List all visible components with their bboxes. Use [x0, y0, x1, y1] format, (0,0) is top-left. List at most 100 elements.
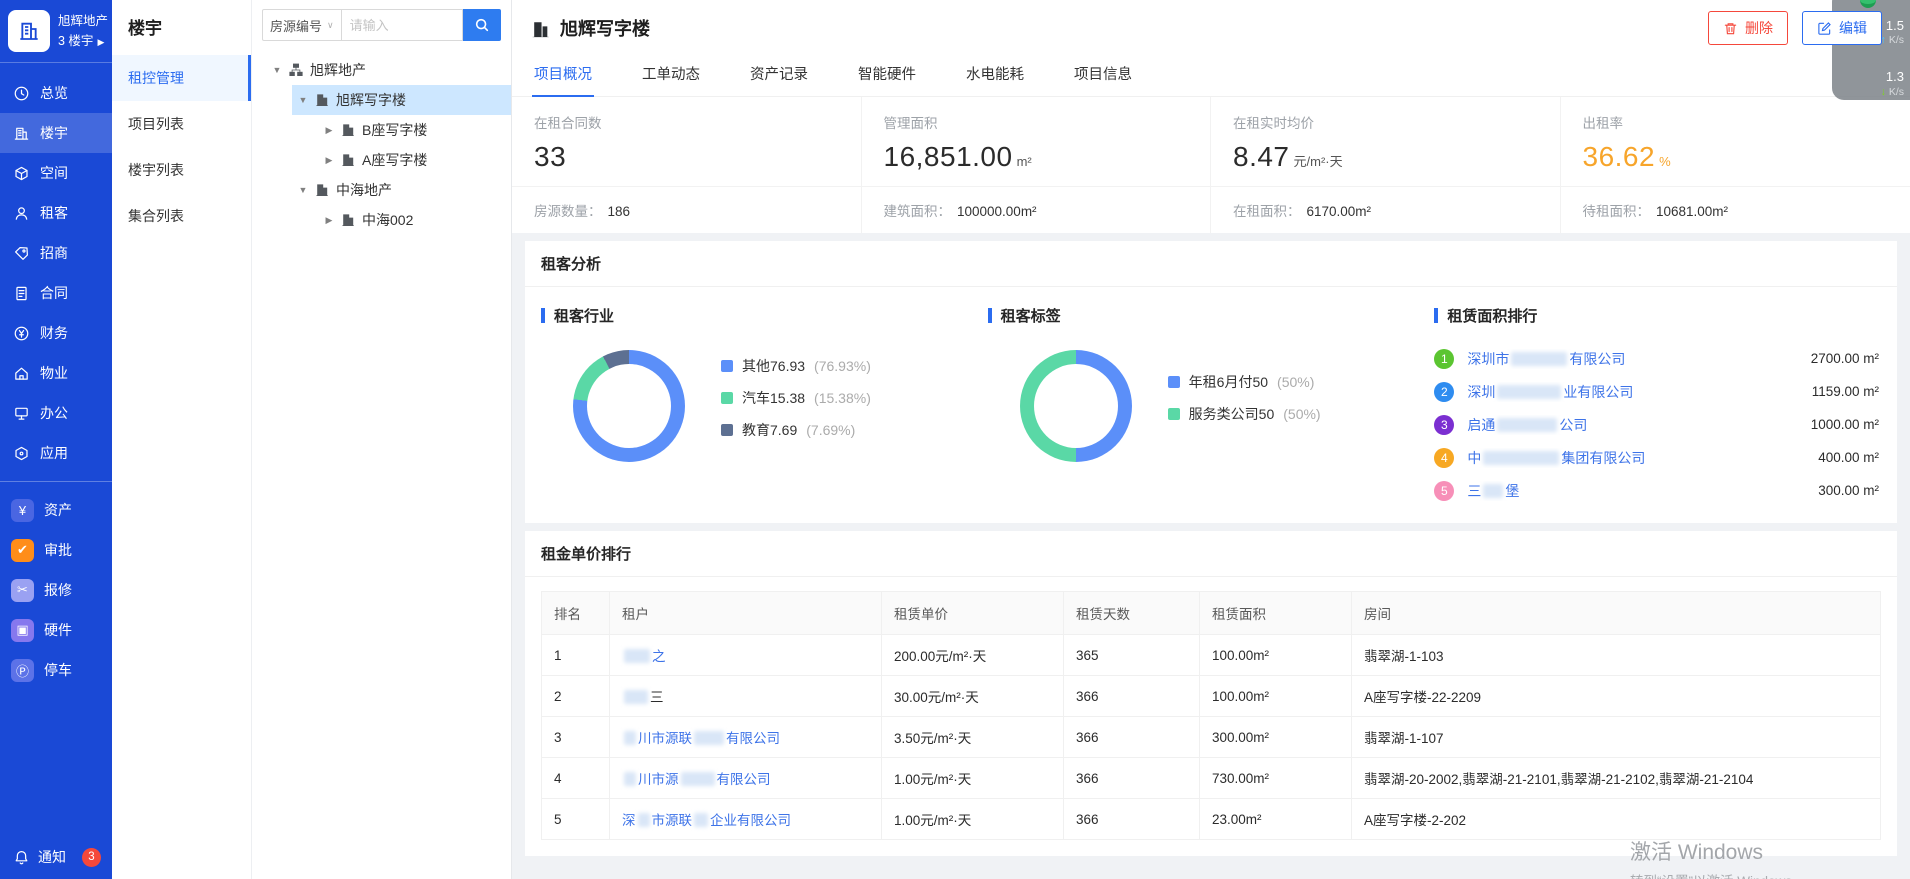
tree-node[interactable]: ▼ 旭辉地产 [252, 55, 511, 85]
table-row: 1 之 200.00元/m²·天 365 100.00m² 翡翠湖-1-103 [542, 635, 1881, 676]
sidebar-item-apps[interactable]: 应用 [0, 433, 112, 473]
legend-item[interactable]: 服务类公司50 (50%) [1168, 404, 1321, 424]
sidebar-item-invest[interactable]: 招商 [0, 233, 112, 273]
tree-search-bar: 房源编号 ∨ [262, 9, 501, 41]
rank-badge: 3 [1434, 415, 1454, 435]
caret-right-icon[interactable]: ▶ [324, 215, 334, 226]
tab-水电能耗[interactable]: 水电能耗 [964, 55, 1026, 96]
sidebar-item-property[interactable]: 物业 [0, 353, 112, 393]
tenant-link[interactable]: 深圳业有限公司 [1467, 382, 1798, 402]
clock-icon [13, 85, 30, 102]
submenu-item[interactable]: 租控管理 [112, 55, 251, 101]
tenant-tag-panel: 租客标签 年租6月付50 (50%) 服务类公司50 (50%) [988, 293, 1435, 507]
submenu-item[interactable]: 楼宇列表 [112, 147, 251, 193]
sidebar-item-hardware[interactable]: ▣ 硬件 [0, 610, 112, 650]
tenant-link[interactable]: 中集团有限公司 [1467, 448, 1805, 468]
sidebar-item-label: 物业 [40, 363, 68, 383]
lease-area-value: 1000.00 m² [1811, 417, 1879, 432]
sidebar-item-repair[interactable]: ✂ 报修 [0, 570, 112, 610]
sidebar-item-label: 办公 [40, 403, 68, 423]
building-icon [341, 153, 355, 167]
lease-area-value: 1159.00 m² [1812, 384, 1879, 399]
sidebar-item-notice[interactable]: 通知 3 [0, 835, 112, 879]
caret-down-icon[interactable]: ▼ [298, 95, 308, 105]
tab-工单动态[interactable]: 工单动态 [640, 55, 702, 96]
cell-rank: 5 [542, 799, 610, 840]
tree-node[interactable]: ▶ A座写字楼 [252, 145, 511, 175]
sidebar-item-approve[interactable]: ✔ 审批 [0, 530, 112, 570]
redacted-text [1483, 484, 1503, 498]
tab-资产记录[interactable]: 资产记录 [748, 55, 810, 96]
hardware-icon: ▣ [11, 619, 34, 642]
caret-down-icon[interactable]: ▼ [272, 65, 282, 75]
cell-rooms: 翡翠湖-1-107 [1352, 717, 1881, 758]
cell-rank: 3 [542, 717, 610, 758]
legend-item[interactable]: 教育7.69 (7.69%) [721, 420, 871, 440]
sidebar-item-label: 停车 [44, 660, 72, 680]
org-switcher[interactable]: 旭辉地产 3 楼宇▶ [0, 0, 112, 63]
expand-arrow-icon[interactable]: ▶ [97, 37, 104, 47]
search-input[interactable] [342, 9, 463, 41]
sidebar-item-finance[interactable]: 财务 [0, 313, 112, 353]
tenant-link[interactable]: 川市源有限公司 [622, 772, 771, 787]
sidebar-item-building[interactable]: 楼宇 [0, 113, 112, 153]
delete-button[interactable]: 删除 [1708, 11, 1788, 45]
sidebar-item-parking[interactable]: Ⓟ 停车 [0, 650, 112, 690]
project-tabs: 项目概况 工单动态 资产记录 智能硬件 水电能耗 项目信息 [512, 49, 1910, 97]
sidebar-item-office[interactable]: 办公 [0, 393, 112, 433]
cell-area: 23.00m² [1200, 799, 1352, 840]
sidebar-item-space[interactable]: 空间 [0, 153, 112, 193]
net-widget-icon [1860, 0, 1876, 8]
submenu-item[interactable]: 集合列表 [112, 193, 251, 239]
caret-down-icon[interactable]: ▼ [298, 185, 308, 195]
chart-legend: 年租6月付50 (50%) 服务类公司50 (50%) [1168, 372, 1321, 424]
org-info: 旭辉地产 3 楼宇▶ [58, 11, 108, 51]
caret-right-icon[interactable]: ▶ [324, 125, 334, 136]
sidebar-item-tenant[interactable]: 租客 [0, 193, 112, 233]
tenant-link[interactable]: 三堡 [1467, 481, 1805, 501]
tree-node[interactable]: ▶ 中海002 [252, 205, 511, 235]
stat-label: 管理面积 [884, 112, 1189, 132]
rank-badge: 1 [1434, 349, 1454, 369]
submenu-item[interactable]: 项目列表 [112, 101, 251, 147]
page-title: 旭辉写字楼 [560, 15, 650, 41]
cell-price: 3.50元/m²·天 [882, 717, 1064, 758]
tab-项目信息[interactable]: 项目信息 [1072, 55, 1134, 96]
tenant-link[interactable]: 启通公司 [1467, 415, 1797, 435]
search-button[interactable] [463, 9, 501, 41]
tab-项目概况[interactable]: 项目概况 [532, 55, 594, 97]
rent-rank-title: 租金单价排行 [525, 531, 1897, 577]
tenant-industry-panel: 租客行业 其他76.93 (76.93%) 汽车15.38 (15.38%) 教… [541, 293, 988, 507]
tree-node[interactable]: ▼ 旭辉写字楼 [252, 85, 511, 115]
sidebar-item-label: 总览 [40, 83, 68, 103]
tenant-link[interactable]: 之 [622, 649, 666, 664]
tree-node[interactable]: ▶ B座写字楼 [252, 115, 511, 145]
tenant-link[interactable]: 川市源联有限公司 [622, 731, 780, 746]
caret-right-icon[interactable]: ▶ [324, 155, 334, 166]
legend-item[interactable]: 其他76.93 (76.93%) [721, 356, 871, 376]
redacted-text [624, 649, 650, 663]
chevron-down-icon: ∨ [327, 20, 334, 31]
tenant-link[interactable]: 深市源联企业有限公司 [622, 813, 791, 828]
tab-智能硬件[interactable]: 智能硬件 [856, 55, 918, 96]
section-accent-bar [541, 308, 545, 323]
stat-unit: m² [1017, 154, 1032, 169]
search-field-select[interactable]: 房源编号 ∨ [262, 9, 342, 41]
stat-label: 在租合同数 [534, 112, 839, 132]
legend-item[interactable]: 汽车15.38 (15.38%) [721, 388, 871, 408]
tag-icon [13, 245, 30, 262]
cell-price: 30.00元/m²·天 [882, 676, 1064, 717]
redacted-text [624, 731, 636, 745]
tenant-link[interactable]: 深圳市有限公司 [1467, 349, 1797, 369]
sidebar-item-overview[interactable]: 总览 [0, 73, 112, 113]
rank-item: 1 深圳市有限公司 2700.00 m² [1434, 342, 1879, 375]
sidebar-item-contract[interactable]: 合同 [0, 273, 112, 313]
table-header-cell: 租赁面积 [1200, 592, 1352, 635]
edit-button[interactable]: 编辑 [1802, 11, 1882, 45]
tree-node[interactable]: ▼ 中海地产 [252, 175, 511, 205]
cube-icon [13, 165, 30, 182]
sidebar-item-asset[interactable]: ¥ 资产 [0, 490, 112, 530]
legend-item[interactable]: 年租6月付50 (50%) [1168, 372, 1321, 392]
stat-label: 出租率 [1583, 112, 1889, 132]
legend-swatch [1168, 408, 1180, 420]
